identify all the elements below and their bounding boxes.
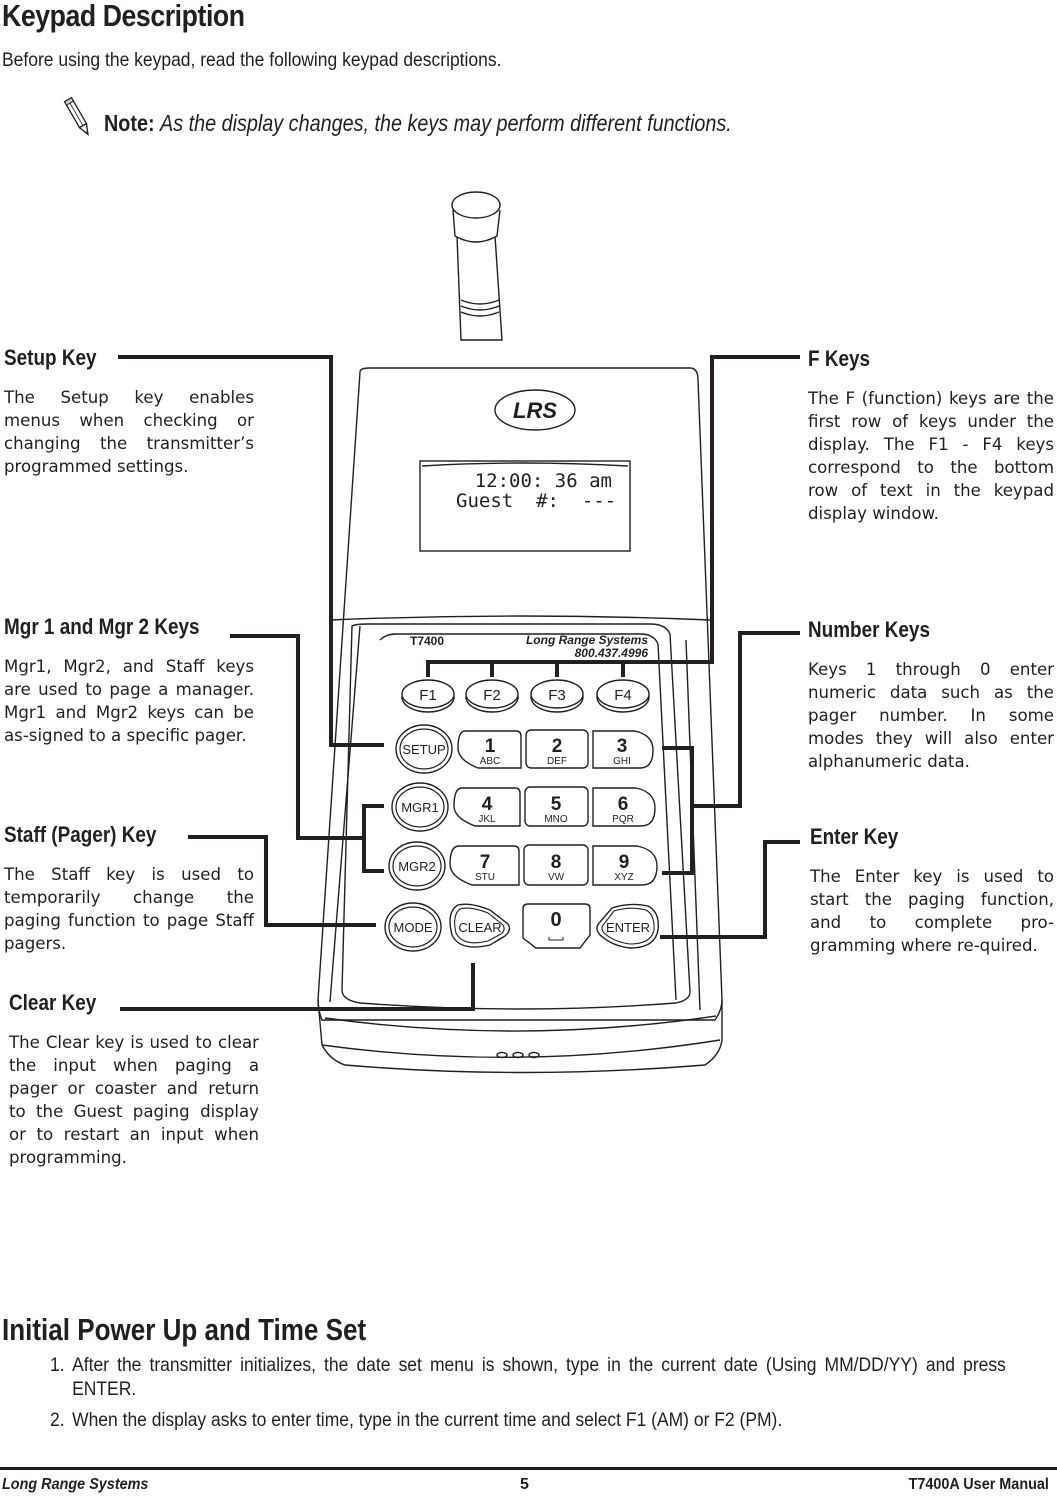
mode-key[interactable]: MODE xyxy=(384,902,442,952)
svg-text:SETUP: SETUP xyxy=(402,742,445,757)
key-5[interactable]: 5 MNO xyxy=(524,786,589,827)
setup-key-title: Setup Key xyxy=(4,345,97,370)
setup-key-description: The Setup key enables menus when checkin… xyxy=(4,388,254,476)
svg-text:MGR2: MGR2 xyxy=(398,859,436,874)
mgr-keys-description: Mgr1, Mgr2, and Staff keys are used to p… xyxy=(4,657,254,745)
fkey-f4[interactable]: F4 xyxy=(596,679,650,713)
fkeys-description: The F (function) keys are the first row … xyxy=(808,389,1054,523)
svg-text:9: 9 xyxy=(619,852,630,873)
key-1[interactable]: 1 ABC xyxy=(457,730,522,769)
step-text: After the transmitter initializes, the d… xyxy=(72,1355,1006,1400)
phone-label: 800.437.4996 xyxy=(575,646,649,660)
svg-text:ENTER: ENTER xyxy=(606,920,650,935)
svg-text:F4: F4 xyxy=(614,687,632,704)
svg-text:MODE: MODE xyxy=(394,920,433,935)
brand-label: Long Range Systems xyxy=(526,633,648,647)
step-number: 2. xyxy=(50,1410,65,1431)
svg-text:JKL: JKL xyxy=(478,814,496,825)
key-7[interactable]: 7 STU xyxy=(449,845,520,886)
display-line-2: Guest #: --- xyxy=(456,490,616,512)
svg-text:CLEAR: CLEAR xyxy=(458,920,501,935)
svg-text:6: 6 xyxy=(618,794,629,815)
svg-text:GHI: GHI xyxy=(613,756,631,767)
svg-text:8: 8 xyxy=(551,852,562,873)
key-2[interactable]: 2 DEF xyxy=(525,729,589,769)
power-up-heading: Initial Power Up and Time Set xyxy=(2,1312,367,1347)
svg-text:1: 1 xyxy=(485,736,496,757)
svg-text:F2: F2 xyxy=(483,687,501,704)
key-6[interactable]: 6 PQR xyxy=(592,787,656,827)
number-keys-title: Number Keys xyxy=(808,617,930,642)
svg-text:5: 5 xyxy=(551,794,562,815)
step-number: 1. xyxy=(50,1355,65,1376)
svg-text:4: 4 xyxy=(482,794,493,815)
mgr2-key[interactable]: MGR2 xyxy=(388,841,446,891)
svg-text:0: 0 xyxy=(550,909,561,931)
key-4[interactable]: 4 JKL xyxy=(453,787,521,827)
mgr-keys-title: Mgr 1 and Mgr 2 Keys xyxy=(4,614,200,639)
svg-text:STU: STU xyxy=(475,872,495,883)
svg-text:DEF: DEF xyxy=(547,756,567,767)
device-body xyxy=(317,367,723,1021)
logo-text: LRS xyxy=(513,398,557,423)
fkey-f2[interactable]: F2 xyxy=(465,679,519,713)
staff-key-description: The Staff key is used to temporarily cha… xyxy=(4,865,254,953)
step-text: When the display asks to enter time, typ… xyxy=(72,1410,783,1431)
key-0[interactable]: 0 xyxy=(522,903,591,949)
svg-text:3: 3 xyxy=(617,736,628,757)
key-9[interactable]: 9 XYZ xyxy=(592,845,658,886)
clear-key-description: The Clear key is used to clear the input… xyxy=(9,1033,259,1167)
footer-page-number: 5 xyxy=(520,1476,529,1493)
svg-text:F1: F1 xyxy=(419,687,437,704)
fkeys-title: F Keys xyxy=(808,346,871,371)
svg-text:MNO: MNO xyxy=(544,814,568,825)
number-keys-description: Keys 1 through 0 enter numeric data such… xyxy=(808,660,1054,771)
key-3[interactable]: 3 GHI xyxy=(592,730,654,769)
staff-key-title: Staff (Pager) Key xyxy=(4,822,157,847)
setup-key[interactable]: SETUP xyxy=(395,724,453,774)
svg-text:VW: VW xyxy=(548,872,565,883)
svg-text:PQR: PQR xyxy=(612,814,634,825)
footer-company: Long Range Systems xyxy=(2,1476,149,1493)
mgr1-key[interactable]: MGR1 xyxy=(391,782,449,832)
svg-text:F3: F3 xyxy=(548,687,566,704)
footer-manual-title: T7400A User Manual xyxy=(908,1476,1049,1493)
power-up-steps: 1. After the transmitter initializes, th… xyxy=(50,1354,1050,1434)
fkey-f1[interactable]: F1 xyxy=(401,679,455,713)
enter-key-description: The Enter key is used to start the pagin… xyxy=(810,867,1054,955)
footer-rule xyxy=(0,1467,1057,1470)
fkey-f3[interactable]: F3 xyxy=(530,679,584,713)
antenna xyxy=(451,191,503,341)
svg-text:2: 2 xyxy=(552,736,563,757)
svg-text:ABC: ABC xyxy=(480,756,501,767)
svg-text:XYZ: XYZ xyxy=(614,872,633,883)
svg-text:7: 7 xyxy=(480,852,491,873)
clear-key-title: Clear Key xyxy=(9,990,97,1015)
display-line-1: 12:00: 36 am xyxy=(475,470,612,492)
enter-key-title: Enter Key xyxy=(810,824,899,849)
svg-text:MGR1: MGR1 xyxy=(401,800,439,815)
key-8[interactable]: 8 VW xyxy=(523,844,589,886)
model-label: T7400 xyxy=(410,634,444,648)
